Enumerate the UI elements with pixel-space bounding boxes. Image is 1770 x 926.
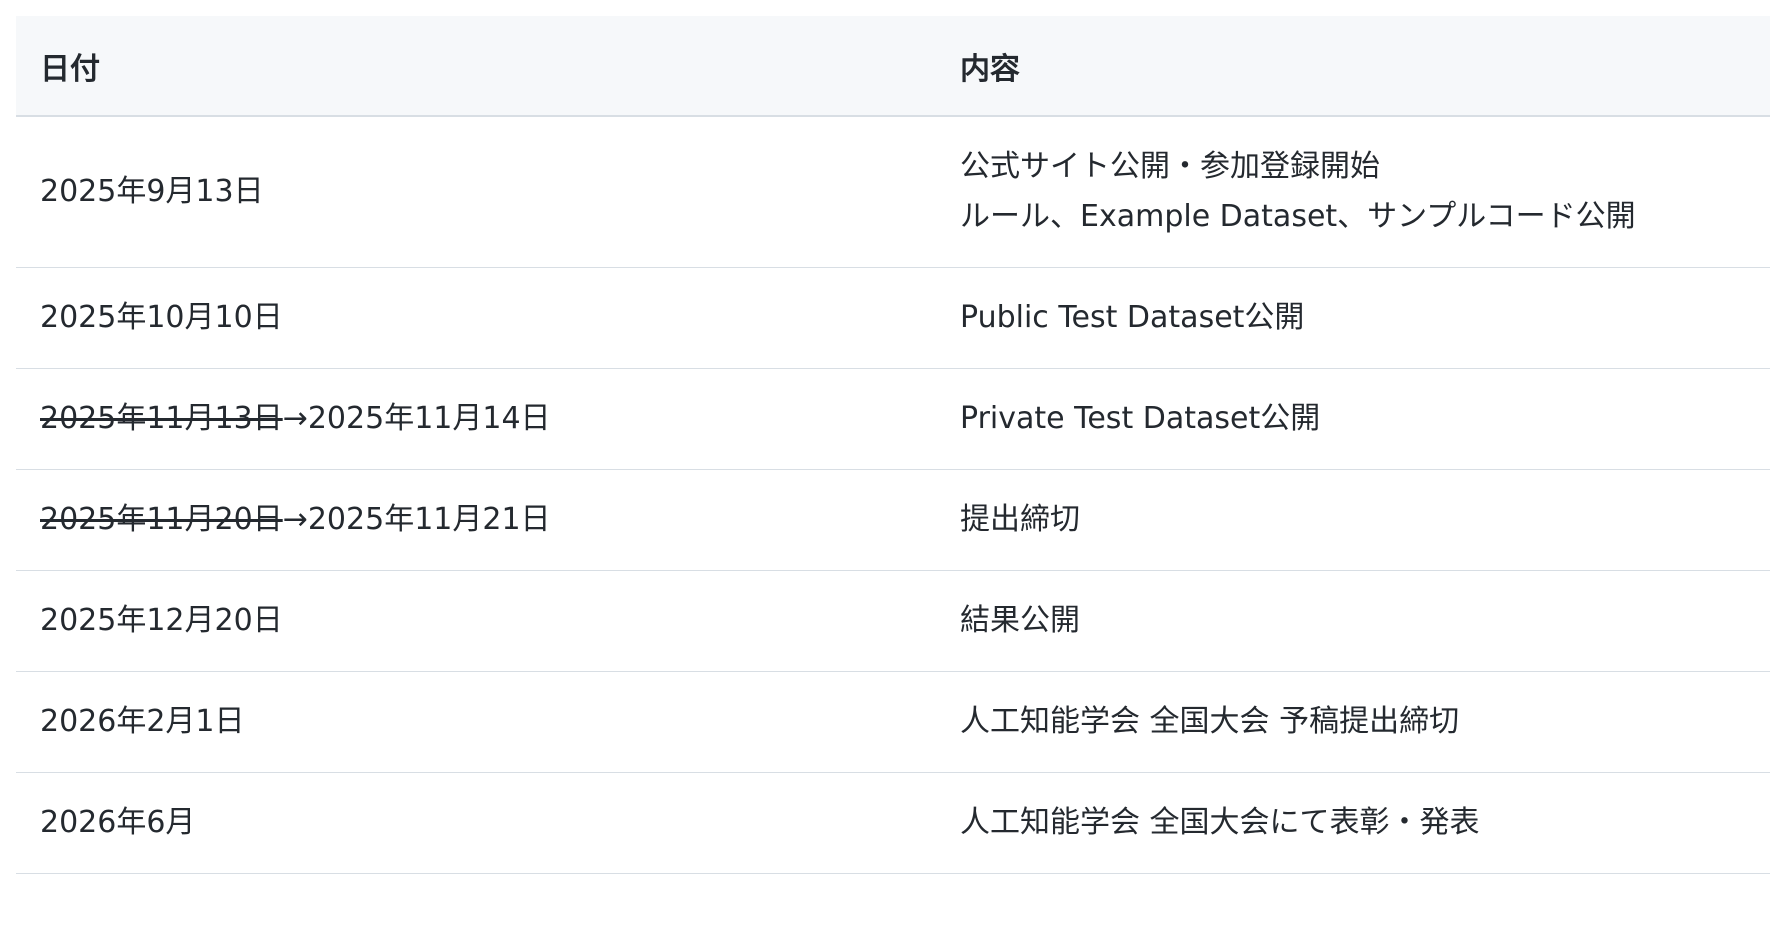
date-cell: 2025年11月13日→2025年11月14日	[16, 368, 936, 470]
arrow: →	[282, 501, 308, 537]
new-date: 2025年11月14日	[307, 400, 551, 436]
date-cell: 2025年9月13日	[16, 116, 936, 268]
table-row: 2025年12月20日 結果公開	[16, 570, 1770, 672]
table-row: 2025年10月10日 Public Test Dataset公開	[16, 267, 1770, 369]
arrow: →	[282, 400, 308, 436]
table-row: 2025年11月20日→2025年11月21日 提出締切	[16, 469, 1770, 571]
content-cell: 公式サイト公開・参加登録開始 ルール、Example Dataset、サンプルコ…	[936, 116, 1770, 268]
new-date: 2025年11月21日	[307, 501, 551, 537]
content-cell: 提出締切	[936, 469, 1770, 571]
content-cell: Private Test Dataset公開	[936, 368, 1770, 470]
schedule-table-container: 日付 内容 2025年9月13日 公式サイト公開・参加登録開始 ルール、Exam…	[16, 16, 1770, 874]
table-row: 2025年9月13日 公式サイト公開・参加登録開始 ルール、Example Da…	[16, 116, 1770, 268]
old-date-strikethrough: 2025年11月13日	[40, 400, 283, 436]
schedule-table: 日付 内容 2025年9月13日 公式サイト公開・参加登録開始 ルール、Exam…	[16, 16, 1770, 874]
content-cell: 結果公開	[936, 570, 1770, 672]
column-header-date: 日付	[16, 16, 936, 117]
table-row: 2025年11月13日→2025年11月14日 Private Test Dat…	[16, 368, 1770, 470]
old-date-strikethrough: 2025年11月20日	[40, 501, 283, 537]
table-header-row: 日付 内容	[16, 16, 1770, 117]
content-line: ルール、Example Dataset、サンプルコード公開	[960, 198, 1636, 234]
date-cell: 2025年10月10日	[16, 267, 936, 369]
column-header-content: 内容	[936, 16, 1770, 117]
table-row: 2026年2月1日 人工知能学会 全国大会 予稿提出締切	[16, 671, 1770, 773]
date-cell: 2026年6月	[16, 772, 936, 874]
table-row: 2026年6月 人工知能学会 全国大会にて表彰・発表	[16, 772, 1770, 874]
date-cell: 2026年2月1日	[16, 671, 936, 773]
content-cell: Public Test Dataset公開	[936, 267, 1770, 369]
content-line: 公式サイト公開・参加登録開始	[960, 148, 1380, 184]
date-cell: 2025年11月20日→2025年11月21日	[16, 469, 936, 571]
date-cell: 2025年12月20日	[16, 570, 936, 672]
content-cell: 人工知能学会 全国大会 予稿提出締切	[936, 671, 1770, 773]
content-cell: 人工知能学会 全国大会にて表彰・発表	[936, 772, 1770, 874]
